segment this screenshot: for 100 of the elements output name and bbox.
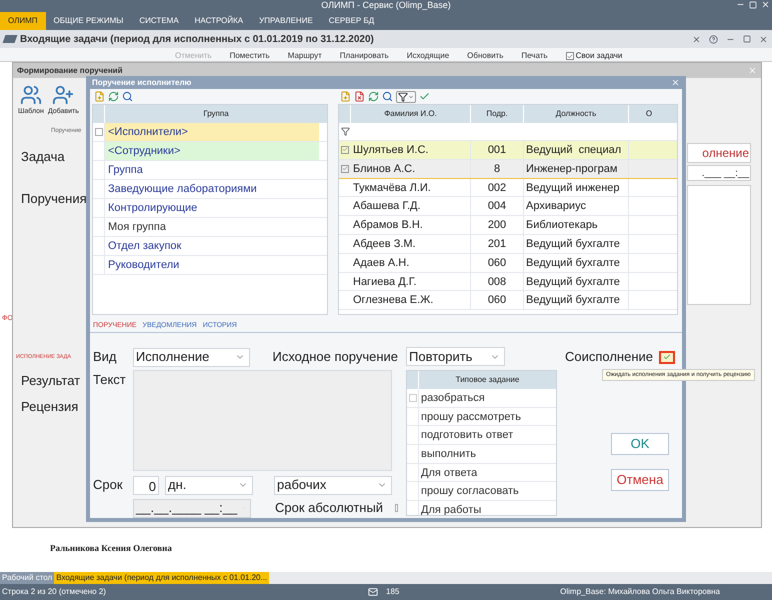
table-cell: 200 [471, 216, 524, 234]
column-header[interactable]: Фамилия И.О. [351, 105, 471, 123]
group-item[interactable]: Отдел закупок [105, 237, 319, 255]
date-field[interactable]: __.__.____ __:__ [133, 498, 251, 518]
task-item[interactable]: прошу согласовать [419, 482, 521, 500]
term-field[interactable]: 0 [133, 476, 159, 494]
new-icon[interactable] [340, 91, 351, 102]
table-row[interactable]: Тукмачёва Л.И. 002 Ведущий инженер [339, 178, 677, 198]
task-item[interactable]: выполнить [419, 445, 478, 463]
caret-icon [408, 94, 414, 100]
table-cell: 002 [471, 178, 524, 196]
menu-tab[interactable]: СЕРВЕР БД [320, 12, 382, 30]
user-add-icon [52, 84, 74, 106]
menu-tab[interactable]: СИСТЕМА [131, 12, 187, 30]
checkbox[interactable] [341, 146, 349, 154]
help-icon[interactable] [709, 34, 718, 44]
table-cell: 201 [471, 234, 524, 253]
close-icon[interactable] [692, 34, 701, 44]
table-cell: Библиотекарь [524, 216, 629, 234]
check-icon[interactable] [419, 91, 430, 102]
checkbox[interactable] [659, 350, 675, 364]
table-row[interactable]: Шулятьев И.С. 001 Ведущий специал [339, 141, 677, 160]
toolbar-button[interactable]: Печать [521, 52, 548, 60]
table-row[interactable]: Абрамов В.Н. 200 Библиотекарь [339, 216, 677, 235]
menu-tab[interactable]: ОЛИМП [0, 12, 46, 30]
task-item[interactable]: разобраться [419, 389, 487, 407]
filter-icon [340, 127, 350, 136]
column-header[interactable]: О [629, 105, 669, 123]
task-item[interactable]: Для ответа [419, 464, 480, 482]
table-cell: Оглезнева Е.Ж. [351, 291, 471, 310]
dialog-title: Поручение исполнителю [92, 76, 192, 88]
checkbox[interactable] [94, 128, 102, 136]
menu-tab[interactable]: УПРАВЛЕНИЕ [251, 12, 321, 30]
toolbar-button[interactable]: Поместить [230, 52, 270, 60]
checkbox[interactable] [566, 52, 574, 60]
table-row[interactable]: Абашева Г.Д. 004 Архивариус [339, 197, 677, 216]
task-item[interactable]: прошу рассмотреть [419, 408, 523, 426]
group-item[interactable]: <Сотрудники> [105, 142, 319, 160]
table-cell: Тукмачёва Л.И. [351, 178, 471, 196]
search-icon[interactable] [122, 91, 133, 102]
window-tab[interactable]: Входящие задачи (период для исполненных с 01.01.20... [54, 572, 270, 584]
new-icon[interactable] [94, 91, 105, 102]
checkbox[interactable] [341, 164, 349, 173]
group-item[interactable]: Моя группа [105, 218, 319, 236]
group-item[interactable]: Контролирующие [105, 199, 319, 217]
table-cell: Ведущий бухгалте [524, 234, 629, 253]
group-item[interactable]: Группа [105, 161, 319, 179]
current-user: Olimp_Base: Михайлова Ольга Викторовна [560, 586, 720, 598]
table-cell: 008 [471, 272, 524, 290]
kind-field[interactable]: олнение [687, 143, 751, 163]
document-icon [2, 35, 18, 43]
field-label: Задача [21, 148, 66, 166]
close-icon[interactable] [759, 34, 768, 44]
table-row[interactable]: Адаев А.Н. 060 Ведущий бухгалте [339, 254, 677, 273]
table-cell: Ведущий бухгалте [524, 272, 629, 290]
table-cell: Абашева Г.Д. [351, 197, 471, 216]
search-icon[interactable] [382, 91, 393, 102]
filter-button[interactable] [396, 90, 416, 102]
table-cell: Нагиева Д.Г. [351, 272, 471, 290]
toolbar-button[interactable]: Обновить [467, 52, 504, 60]
window-title: ОЛИМП - Сервис (Olimp_Base) [321, 0, 451, 12]
field-label: Результат [21, 372, 80, 390]
source-dropdown[interactable]: Повторить [406, 347, 505, 366]
kind-dropdown[interactable]: Исполнение [132, 348, 250, 366]
unit-dropdown[interactable]: дн. [165, 476, 253, 494]
ok-button[interactable]: OK [611, 433, 669, 455]
table-row[interactable]: Блинов А.С. 8 Инженер-програм [339, 160, 677, 179]
toolbar-button[interactable]: Маршрут [288, 52, 322, 60]
table-cell: Ведущий бухгалте [524, 254, 629, 272]
table-cell: 004 [471, 197, 524, 216]
table-cell: 001 [471, 141, 524, 159]
menu-tab[interactable]: ОБЩИЕ РЕЖИМЫ [46, 12, 132, 30]
table-cell: Архивариус [524, 197, 629, 216]
column-header[interactable]: Подр. [471, 105, 524, 123]
table-row[interactable]: Нагиева Д.Г. 008 Ведущий бухгалте [339, 272, 677, 292]
toolbar-button[interactable]: Исходящие [406, 52, 450, 60]
users-icon [20, 84, 42, 106]
date-field[interactable]: .___ __:__ [687, 165, 751, 181]
refresh-icon[interactable] [108, 91, 119, 102]
toolbar-button[interactable]: Планировать [340, 52, 389, 60]
checkbox[interactable] [395, 504, 398, 512]
delete-icon[interactable] [354, 91, 365, 102]
group-item[interactable]: Руководители [105, 256, 319, 274]
table-cell: Абдеев З.М. [351, 234, 471, 253]
field-label: Рецензия [21, 398, 80, 416]
table-cell: 060 [471, 254, 524, 272]
table-cell: 060 [471, 291, 524, 310]
days-dropdown[interactable]: рабочих [274, 476, 392, 494]
checkbox[interactable] [408, 394, 416, 402]
maximize-icon[interactable] [743, 34, 751, 42]
cancel-button[interactable]: Отмена [611, 469, 669, 491]
task-item[interactable]: подготовить ответ [419, 426, 516, 444]
column-header[interactable]: Должность [524, 105, 629, 123]
group-item[interactable]: <Исполнители> [105, 123, 319, 141]
table-row[interactable]: Оглезнева Е.Ж. 060 Ведущий бухгалте [339, 291, 677, 310]
table-row[interactable]: Абдеев З.М. 201 Ведущий бухгалте [339, 234, 677, 254]
refresh-icon[interactable] [368, 91, 379, 102]
mail-icon[interactable] [368, 587, 378, 597]
menu-tab[interactable]: НАСТРОЙКА [186, 12, 252, 30]
group-item[interactable]: Заведующие лабораториями [105, 180, 319, 198]
